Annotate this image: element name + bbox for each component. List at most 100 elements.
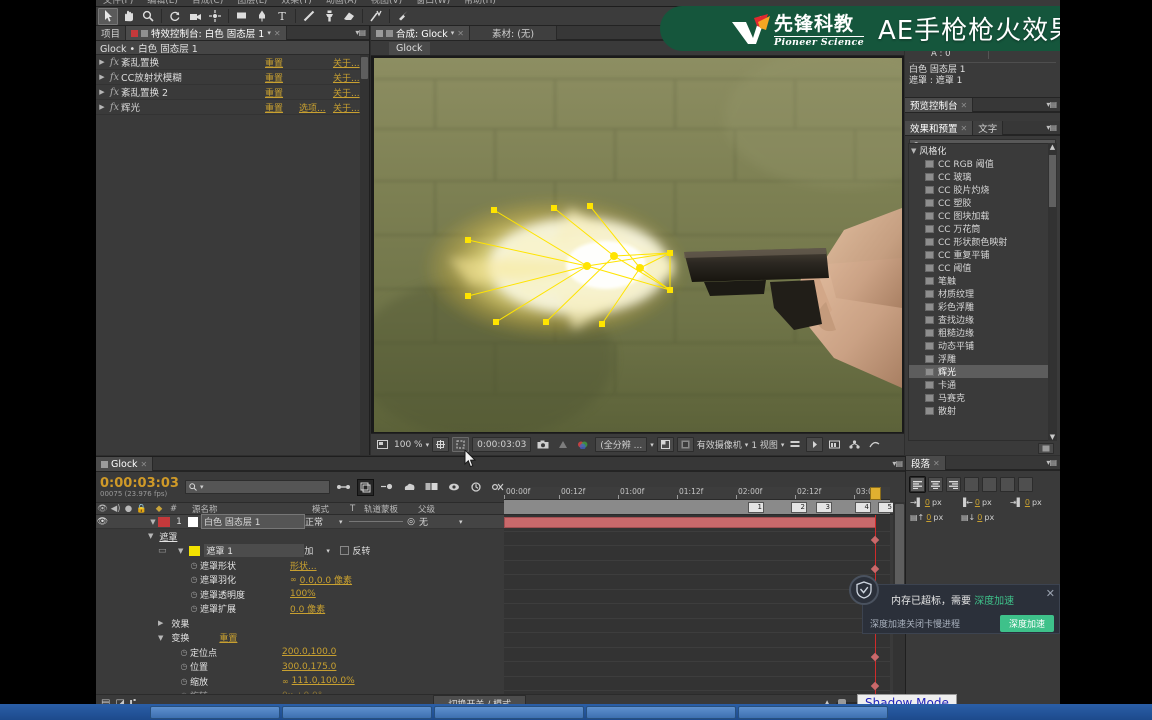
effects-category-list[interactable]: ▼ 风格化 CC RGB 阈值 CC 玻璃 CC 胶片灼烧 CC 塑胶 CC 图… xyxy=(908,143,1057,441)
effect-reset-link[interactable]: 重置 xyxy=(265,71,299,84)
tab-composition-glock[interactable]: 合成: Glock ▾ ✕ xyxy=(371,26,470,40)
effect-fx-icon[interactable]: fx xyxy=(108,87,121,98)
effect-item-3[interactable]: CC 塑胶 xyxy=(909,196,1056,209)
effect-row-0[interactable]: ▶ fx 紊乱置换 重置 关于... xyxy=(96,55,369,70)
menu-item-edit[interactable]: 编辑(E) xyxy=(140,0,185,6)
effects-list-scrollbar[interactable]: ▲ ▼ xyxy=(1048,143,1057,441)
taskbar-item[interactable] xyxy=(586,705,736,719)
live-update-icon[interactable] xyxy=(335,479,352,496)
timeline-marker[interactable]: 1 xyxy=(748,502,764,513)
justify-last-left-button[interactable] xyxy=(964,477,979,492)
effect-item-12[interactable]: 查找边缘 xyxy=(909,313,1056,326)
effect-item-19[interactable]: 散射 xyxy=(909,404,1056,417)
disclosure-triangle-icon[interactable]: ▶ xyxy=(96,58,108,66)
effect-item-11[interactable]: 彩色浮雕 xyxy=(909,300,1056,313)
chevron-down-icon[interactable]: ▾ xyxy=(267,29,271,37)
timeline-track-area[interactable]: 00:00f 00:12f 01:00f 01:12f 02:00f 02:12… xyxy=(504,487,894,694)
tab-paragraph[interactable]: 段落 ✕ xyxy=(906,456,946,470)
close-icon[interactable]: ✕ xyxy=(933,459,940,468)
space-before-field[interactable]: ▤↑ 0 px xyxy=(910,513,957,522)
paragraph-align-row[interactable] xyxy=(906,471,1060,492)
justify-last-center-button[interactable] xyxy=(982,477,997,492)
zoom-level-value[interactable]: 100 % xyxy=(394,440,423,450)
composition-canvas[interactable] xyxy=(373,57,902,432)
stopwatch-icon[interactable]: ◷ xyxy=(188,561,200,570)
disclosure-triangle-icon[interactable]: ▶ xyxy=(96,73,108,81)
indent-first-line-field[interactable]: ⇥▌ 0 px xyxy=(1010,498,1056,507)
new-animation-preset-button[interactable] xyxy=(1038,443,1054,454)
property-value[interactable]: 0.0 像素 xyxy=(290,602,325,615)
property-value[interactable]: 100% xyxy=(290,589,316,599)
keyframe-marker[interactable] xyxy=(870,681,880,691)
justify-all-button[interactable] xyxy=(1018,477,1033,492)
effect-fx-icon[interactable]: fx xyxy=(108,102,121,113)
camera-tool-icon[interactable] xyxy=(185,8,205,25)
layer-parent-value[interactable]: 无 xyxy=(419,515,459,528)
layer-mode-value[interactable]: 正常 xyxy=(305,515,339,528)
col-icon-solo[interactable]: ● xyxy=(122,504,135,514)
grid-guides-button[interactable] xyxy=(432,437,450,452)
taskbar-item[interactable] xyxy=(738,705,888,719)
selection-tool-icon[interactable] xyxy=(98,7,118,25)
indent-first-line-value[interactable]: 0 xyxy=(1025,498,1030,507)
timeline-marker[interactable]: 4 xyxy=(855,502,871,513)
mask-mode-chevron-down-icon[interactable]: ▾ xyxy=(326,547,340,555)
property-value[interactable]: 0.0,0.0 像素 xyxy=(300,573,352,586)
zoom-tool-icon[interactable] xyxy=(138,8,158,25)
comp-flowchart-icon[interactable] xyxy=(846,437,863,452)
show-snapshot-icon[interactable] xyxy=(555,437,571,452)
effect-row-2[interactable]: ▶ fx 紊乱置换 2 重置 关于... xyxy=(96,85,369,100)
panel-menu-icon[interactable]: ▾▤ xyxy=(892,459,903,468)
timeline-link-icon[interactable] xyxy=(826,437,843,452)
timeline-marker[interactable]: 3 xyxy=(816,502,832,513)
toggle-transparency-grid-button[interactable] xyxy=(656,437,674,452)
frame-blending-icon[interactable] xyxy=(467,479,484,496)
effect-item-8[interactable]: CC 阈值 xyxy=(909,261,1056,274)
fast-previews-button[interactable] xyxy=(806,437,824,452)
toggle-mask-visibility-button[interactable] xyxy=(676,437,694,452)
mask-lock-icon[interactable]: ▭ xyxy=(158,546,172,556)
lock-icon[interactable] xyxy=(141,29,149,37)
disclosure-triangle-icon[interactable]: ▼ xyxy=(911,147,916,155)
effect-item-2[interactable]: CC 胶片灼烧 xyxy=(909,183,1056,196)
hand-tool-icon[interactable] xyxy=(118,8,138,25)
indent-left-value[interactable]: 0 xyxy=(925,498,930,507)
parent-pickwhip-icon[interactable]: ◎ xyxy=(403,517,419,527)
mask-group-disclosure-icon[interactable]: ▼ xyxy=(148,532,153,540)
panel-menu-icon[interactable]: ▾▤ xyxy=(355,28,366,37)
shape-tool-icon[interactable] xyxy=(232,8,252,25)
close-icon[interactable]: ✕ xyxy=(274,29,281,38)
stopwatch-icon[interactable]: ◷ xyxy=(188,604,200,613)
paragraph-indent-row-1[interactable]: →▌ 0 px ▐← 0 px ⇥▌ 0 px xyxy=(906,492,1060,507)
chevron-up-icon[interactable]: ▲ xyxy=(1050,143,1055,151)
align-right-button[interactable] xyxy=(946,477,961,492)
menu-item-comp[interactable]: 合成(C) xyxy=(185,0,230,6)
windows-taskbar[interactable] xyxy=(0,704,1152,720)
camera-view-value[interactable]: 有效摄像机 xyxy=(697,438,742,451)
transform-group-disclosure-icon[interactable]: ▼ xyxy=(158,634,163,642)
hide-shy-layers-icon[interactable] xyxy=(445,479,462,496)
tab-character-text[interactable]: 文字 xyxy=(973,121,1004,135)
effects-presets-tab-strip[interactable]: 效果和预置 ✕ 文字 ▾▤ xyxy=(905,121,1060,136)
col-icon-audio[interactable]: ◀) xyxy=(109,504,122,514)
effects-scroll-thumb[interactable] xyxy=(1049,155,1056,207)
pixel-aspect-correction-icon[interactable] xyxy=(787,437,803,452)
stopwatch-icon[interactable]: ◷ xyxy=(188,575,200,584)
notification-accelerate-button[interactable]: 深度加速 xyxy=(999,614,1054,632)
effect-controls-tab-strip[interactable]: 项目 特效控制台: 白色 固态层 1 ▾ ✕ ▾▤ xyxy=(96,26,369,41)
layer-visibility-toggle[interactable]: 👁 xyxy=(96,517,109,527)
timeline-search-input[interactable] xyxy=(206,482,326,492)
search-chevron-down-icon[interactable]: ▾ xyxy=(200,483,204,491)
timeline-tab-strip[interactable]: Glock ✕ ▾▤ xyxy=(96,457,906,472)
indent-right-value[interactable]: 0 xyxy=(975,498,980,507)
col-icon-lock[interactable]: 🔒 xyxy=(135,504,148,514)
stopwatch-icon[interactable]: ◷ xyxy=(188,590,200,599)
property-value[interactable]: 111.0,100.0% xyxy=(292,676,355,686)
indent-left-margin-field[interactable]: →▌ 0 px xyxy=(910,498,956,507)
tab-footage-none[interactable]: 素材: (无) xyxy=(469,26,558,40)
close-icon[interactable]: ✕ xyxy=(141,460,148,469)
mask-group-row[interactable]: ▼ 遮罩 xyxy=(96,529,504,544)
close-icon[interactable]: ✕ xyxy=(457,29,464,38)
keyframe-marker[interactable] xyxy=(870,652,880,662)
draft-3d-icon[interactable] xyxy=(357,478,374,496)
